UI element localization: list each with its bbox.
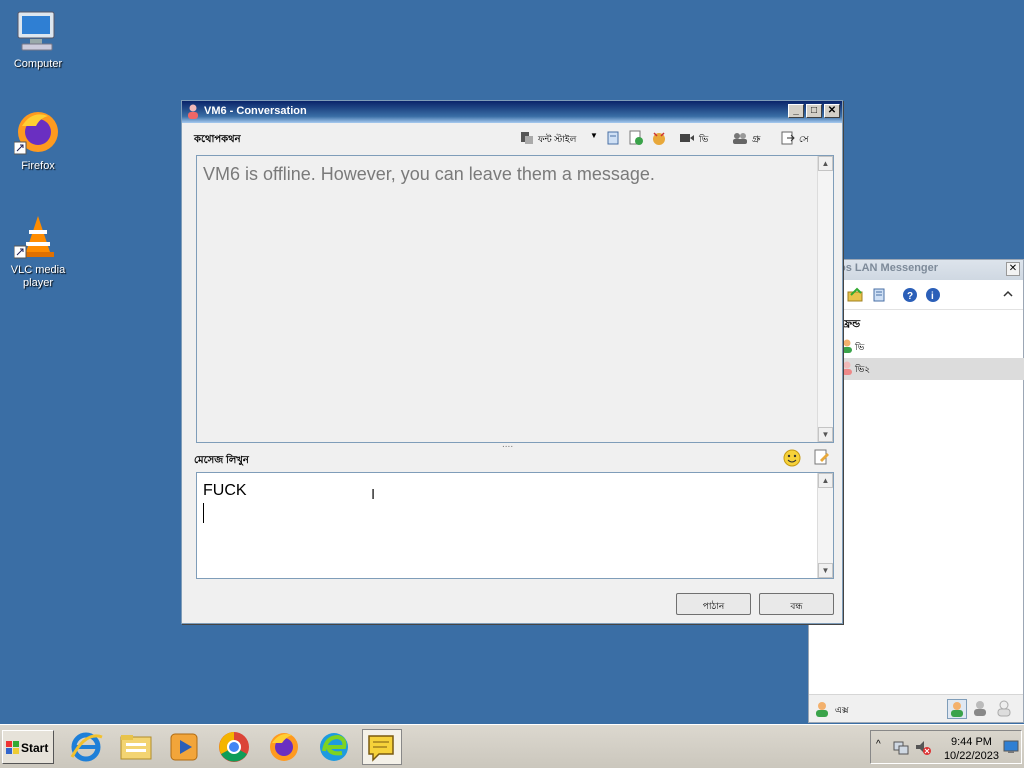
input-scrollbar[interactable]: ▲ ▼ [817, 473, 833, 578]
file-transfer-icon[interactable] [628, 130, 644, 149]
group-chat-label: গ্রু [752, 134, 761, 144]
user-icon [187, 104, 199, 122]
video-call-button[interactable]: ভি [679, 129, 719, 147]
maximize-button[interactable]: □ [806, 104, 822, 118]
taskbar-file-explorer[interactable] [118, 729, 158, 765]
firefox-icon [13, 108, 62, 156]
user-status-icon[interactable] [815, 701, 829, 720]
close-button[interactable]: ✕ [824, 104, 840, 118]
status-busy-button[interactable] [971, 699, 989, 720]
desktop-icon-computer[interactable]: Computer [0, 6, 76, 70]
desktop-icon-vlc[interactable]: VLC media player [0, 212, 76, 290]
group-chat-button[interactable]: গ্রু [732, 129, 772, 147]
chat-bubble-icon [368, 735, 394, 762]
scroll-up-arrow-icon[interactable]: ▲ [818, 473, 833, 488]
svg-text:i: i [931, 291, 934, 302]
messenger-statusbar: এক্স [809, 694, 1023, 722]
folder-icon [120, 735, 152, 760]
taskbar-lan-messenger[interactable] [362, 729, 402, 765]
video-label: ভি [699, 134, 709, 144]
contact-item[interactable]: ভি [841, 336, 1024, 358]
minimize-button[interactable]: _ [788, 104, 804, 118]
firefox-icon [270, 733, 298, 761]
start-button[interactable]: Start [2, 730, 54, 764]
computer-icon [14, 6, 62, 54]
message-history-pane[interactable]: VM6 is offline. However, you can leave t… [196, 155, 834, 443]
desktop-icon-label: Firefox [21, 160, 55, 172]
network-icon[interactable] [893, 739, 909, 758]
scroll-up-arrow-icon[interactable]: ▲ [818, 156, 833, 171]
folder-icon[interactable] [847, 287, 863, 303]
history-icon[interactable] [606, 131, 620, 148]
font-style-button[interactable]: ফন্ট স্টাইল ▼ [520, 129, 598, 147]
conversation-toolbar: কথোপকথন ফন্ট স্টাইল ▼ ভি গ্রু সে [182, 123, 842, 153]
video-camera-icon [680, 134, 694, 142]
conversation-titlebar[interactable]: VM6 - Conversation _ □ ✕ [182, 101, 842, 123]
font-icon [521, 132, 533, 144]
start-label: Start [21, 741, 49, 755]
conversation-title: VM6 - Conversation [204, 105, 307, 117]
save-icon [781, 131, 795, 145]
taskbar-chrome[interactable] [216, 729, 256, 765]
text-caret [203, 503, 204, 523]
chevron-up-icon[interactable] [1002, 288, 1018, 304]
history-scrollbar[interactable]: ▲ ▼ [817, 156, 833, 442]
taskbar-media-player[interactable] [166, 729, 206, 765]
scroll-down-arrow-icon[interactable]: ▼ [818, 427, 833, 442]
taskbar: Start ^ 9:44 PM 10/22/2023 [0, 724, 1024, 768]
emoticon-icon[interactable] [783, 449, 801, 470]
windows-logo-icon [6, 741, 19, 757]
status-label: এক্স [835, 705, 849, 715]
group-icon [733, 133, 747, 144]
conversation-header-label: কথোপকথন [194, 134, 241, 145]
chevron-down-icon: ▼ [590, 131, 598, 140]
chrome-icon [219, 732, 249, 762]
conversation-window[interactable]: VM6 - Conversation _ □ ✕ কথোপকথন ফন্ট স্… [181, 100, 843, 624]
send-button[interactable]: পাঠান [676, 593, 751, 615]
clock[interactable]: 9:44 PM 10/22/2023 [944, 735, 999, 763]
taskbar-firefox[interactable] [266, 729, 306, 765]
close-conversation-button[interactable]: বন্ধ [759, 593, 834, 615]
svg-text:?: ? [907, 291, 913, 302]
desktop-icon-label: VLC media player [10, 264, 66, 289]
messenger-close-button[interactable]: ✕ [1006, 262, 1020, 276]
scroll-down-arrow-icon[interactable]: ▼ [818, 563, 833, 578]
edge-icon [320, 733, 348, 761]
save-label: সে [799, 134, 809, 144]
help-icon[interactable]: ? [902, 287, 918, 303]
status-away-button[interactable] [995, 699, 1013, 720]
vlc-icon [13, 212, 62, 260]
buzz-icon[interactable] [651, 130, 667, 149]
info-icon[interactable]: i [925, 287, 941, 303]
internet-explorer-icon [70, 732, 103, 762]
show-desktop-icon[interactable] [1003, 739, 1019, 758]
desktop-icon-label: Computer [13, 58, 63, 70]
desktop-icon-firefox[interactable]: Firefox [0, 108, 76, 172]
tray-expand-icon[interactable]: ^ [876, 739, 881, 750]
message-input[interactable]: FUCK I ▲ ▼ [196, 472, 834, 579]
clock-time: 9:44 PM [950, 736, 992, 748]
edit-icon[interactable] [814, 449, 830, 468]
taskbar-internet-explorer[interactable] [68, 729, 108, 765]
font-style-label: ফন্ট স্টাইল [538, 134, 577, 144]
compose-label: মেসেজ লিখুন [194, 455, 249, 466]
save-button[interactable]: সে [781, 129, 831, 147]
history-icon[interactable] [871, 287, 887, 303]
contact-name: ভি [855, 342, 865, 352]
clock-date: 10/22/2023 [943, 750, 999, 762]
text-cursor-icon: I [371, 486, 376, 503]
offline-notice: VM6 is offline. However, you can leave t… [203, 164, 655, 184]
system-tray: ^ 9:44 PM 10/22/2023 [870, 730, 1022, 764]
contact-name: ভি২ [855, 364, 871, 374]
media-player-icon [170, 733, 198, 761]
splitter-handle[interactable]: .... [502, 439, 513, 450]
taskbar-edge[interactable] [316, 729, 356, 765]
contact-item-selected[interactable]: ভি২ [841, 358, 1024, 380]
volume-muted-icon[interactable] [915, 739, 931, 758]
message-input-text: FUCK [203, 482, 247, 499]
status-online-button[interactable] [947, 699, 967, 719]
